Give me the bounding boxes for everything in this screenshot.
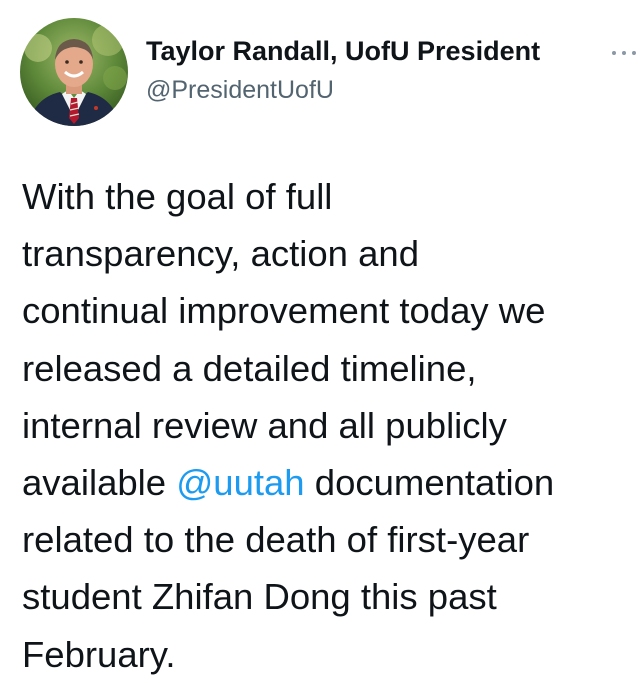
tweet-line: continual improvement today we: [22, 290, 546, 332]
tweet-line: related to the death of first-year: [22, 519, 530, 561]
more-horizontal-icon[interactable]: [610, 48, 638, 60]
tweet-line: released a detailed timeline,: [22, 347, 477, 389]
profile-photo-icon: [20, 18, 128, 126]
tweet-text-segment: available: [22, 462, 177, 504]
tweet-line: available @uutah documentation: [22, 454, 637, 511]
avatar[interactable]: [20, 18, 128, 126]
tweet-text-segment: documentation: [304, 462, 555, 504]
user-handle[interactable]: @PresidentUofU: [146, 76, 334, 105]
mention-link[interactable]: @uutah: [176, 462, 304, 503]
display-name[interactable]: Taylor Randall, UofU President: [146, 36, 540, 67]
tweet-line: With the goal of full: [22, 176, 333, 217]
tweet-card: Taylor Randall, UofU President @Presiden…: [0, 0, 644, 682]
tweet-line: transparency, action and: [22, 233, 420, 275]
tweet-text: With the goal of full transparency, acti…: [22, 168, 637, 683]
tweet-line: student Zhifan Dong this past: [22, 576, 497, 618]
tweet-line: internal review and all publicly: [22, 404, 507, 446]
tweet-line: February.: [22, 633, 176, 675]
